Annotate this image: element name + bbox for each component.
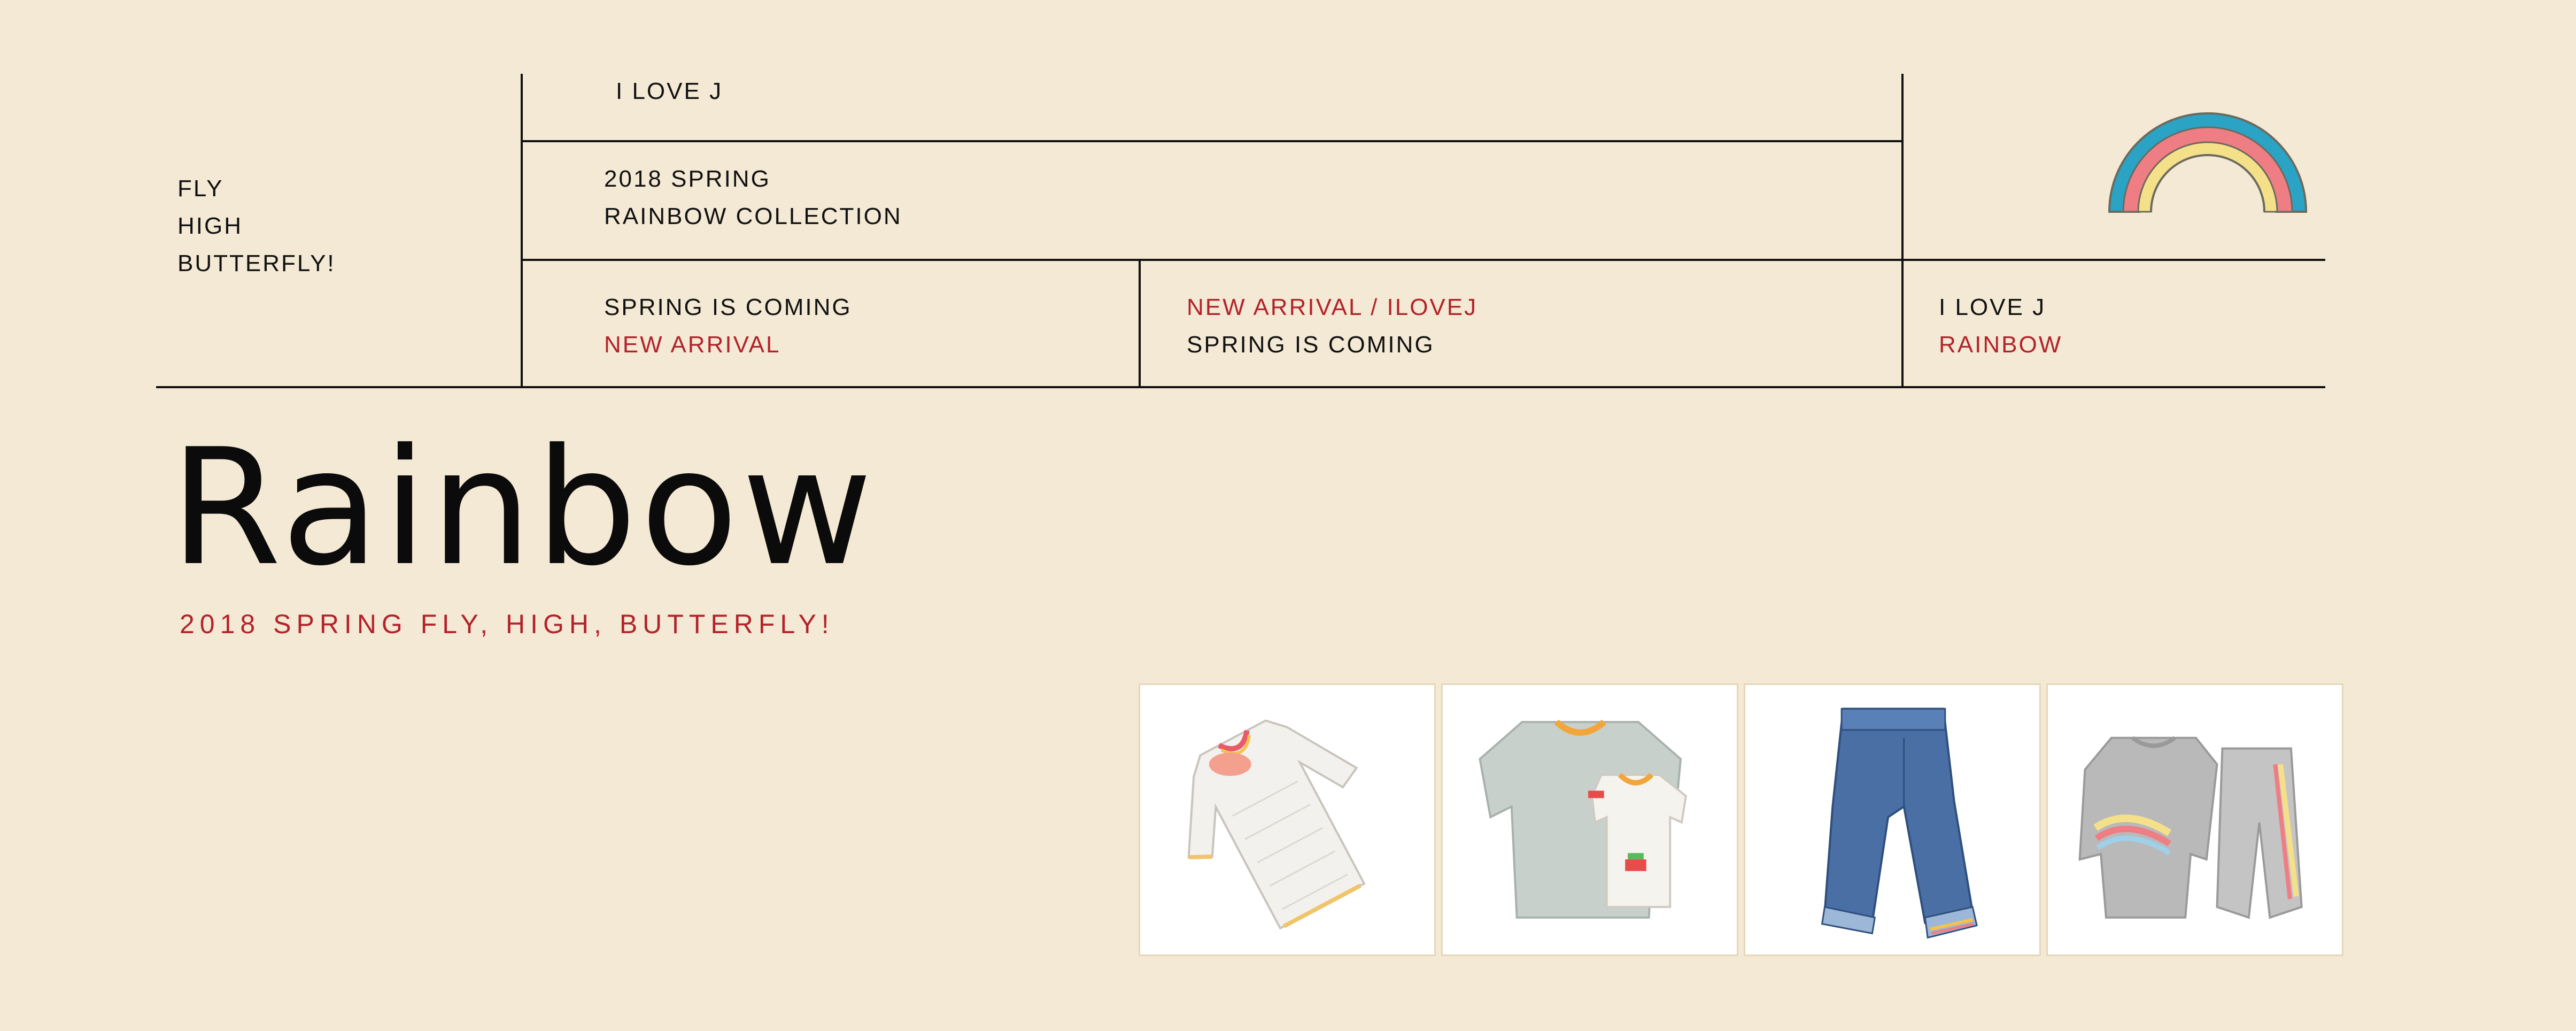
side-line-fly: FLY bbox=[177, 175, 224, 202]
collection-line-1: 2018 SPRING bbox=[604, 166, 771, 192]
cell-arrival-line-1: NEW ARRIVAL / ILOVEJ bbox=[1187, 294, 1478, 320]
cell-brand: I LOVE J RAINBOW bbox=[1939, 289, 2062, 364]
product-card-jeans[interactable] bbox=[1744, 683, 2041, 956]
cell-spring-line-1: SPRING IS COMING bbox=[604, 294, 852, 320]
hero-title: Rainbow bbox=[170, 414, 876, 601]
brand-name: I LOVE J bbox=[616, 78, 723, 104]
grid-line-middle-row bbox=[521, 259, 2325, 261]
cell-brand-line-2: RAINBOW bbox=[1939, 332, 2063, 358]
grid-line-center bbox=[1139, 259, 1141, 387]
grid-line-bottom bbox=[156, 386, 2325, 388]
rainbow-sweatsuit-icon bbox=[2078, 736, 2303, 919]
grid-line-right bbox=[1901, 74, 1904, 387]
hero-subtitle: 2018 SPRING FLY, HIGH, BUTTERFLY! bbox=[180, 609, 834, 639]
cell-arrival-line-2: SPRING IS COMING bbox=[1187, 332, 1435, 358]
cell-arrival: NEW ARRIVAL / ILOVEJ SPRING IS COMING bbox=[1187, 289, 1477, 364]
grid-line-left bbox=[521, 74, 523, 387]
cell-brand-line-1: I LOVE J bbox=[1939, 294, 2046, 320]
product-card-sweatsuit[interactable] bbox=[2046, 683, 2343, 956]
side-text: FLY HIGH BUTTERFLY! bbox=[177, 170, 336, 282]
gray-tshirt-set-icon bbox=[1479, 719, 1687, 919]
grid-line-top-row bbox=[521, 140, 1904, 142]
cell-spring-line-2: NEW ARRIVAL bbox=[604, 332, 781, 358]
product-card-tshirts[interactable] bbox=[1441, 683, 1738, 956]
collection-line-2: RAINBOW COLLECTION bbox=[604, 203, 902, 229]
rainbow-icon bbox=[2106, 86, 2309, 215]
side-line-butterfly: BUTTERFLY! bbox=[177, 250, 336, 276]
cell-spring: SPRING IS COMING NEW ARRIVAL bbox=[604, 289, 852, 364]
denim-jeans-icon bbox=[1821, 707, 1978, 939]
white-quilted-coat-icon bbox=[1187, 719, 1366, 930]
collection-title: 2018 SPRING RAINBOW COLLECTION bbox=[604, 160, 902, 235]
product-card-coat[interactable] bbox=[1139, 683, 1436, 956]
side-line-high: HIGH bbox=[177, 213, 243, 239]
